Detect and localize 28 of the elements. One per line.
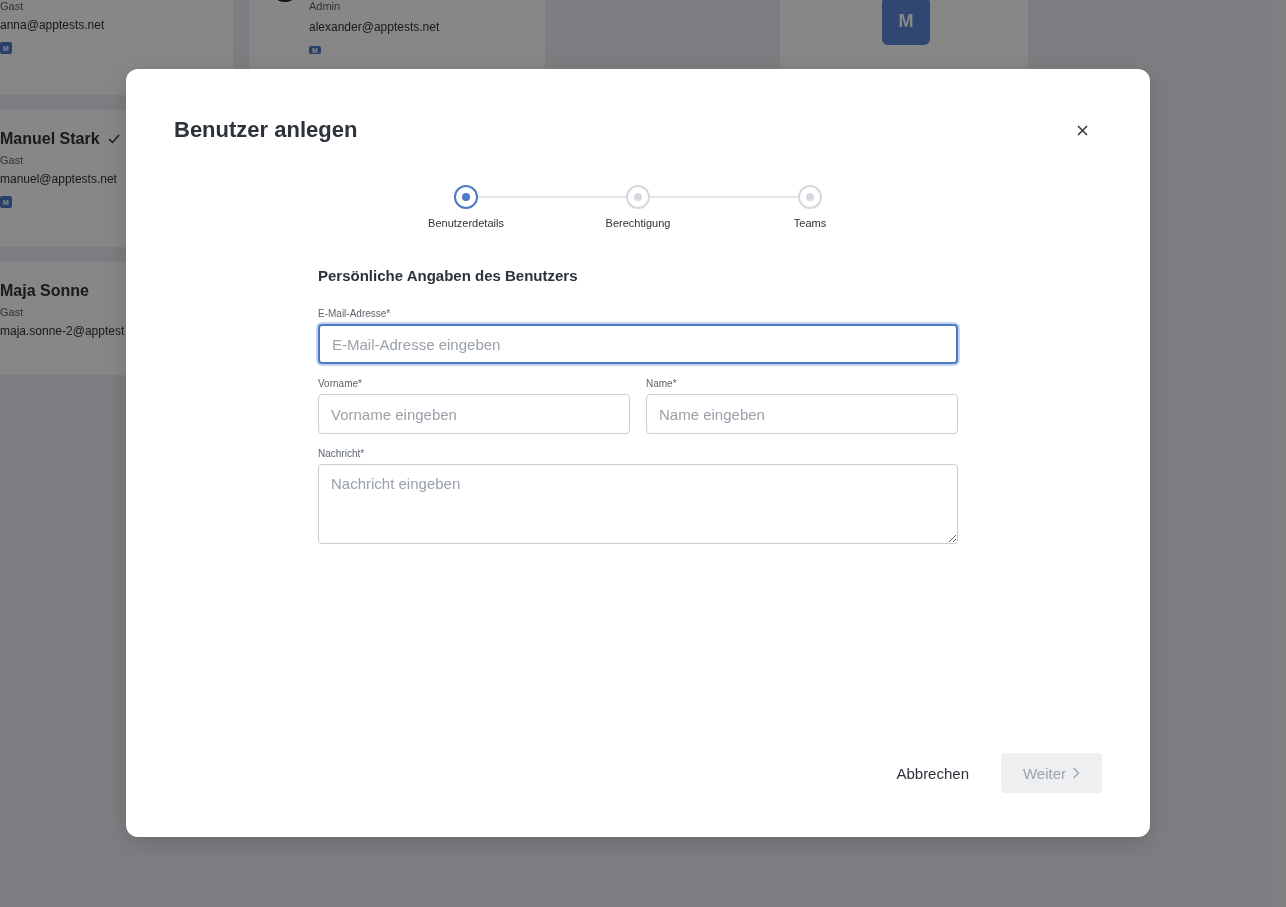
input-field[interactable]: E-Mail-Adresse eingeben xyxy=(318,324,958,364)
user-name: Manuel Stark xyxy=(0,130,100,148)
field-label: Name* xyxy=(646,378,678,389)
field-label: Vorname* xyxy=(318,378,363,389)
user-role: Gast xyxy=(0,306,25,318)
user-role: Gast xyxy=(0,154,25,166)
user-role: Admin xyxy=(309,0,342,12)
user-name: Maja Sonne xyxy=(0,282,89,300)
user-card[interactable]: M xyxy=(780,0,1028,70)
section-title: Persönliche Angaben des Benutzers xyxy=(318,267,579,284)
chevron-right-icon xyxy=(1072,767,1081,779)
field-label: E-Mail-Adresse* xyxy=(318,308,392,319)
field-label: Nachricht* xyxy=(318,448,366,459)
dialog-title: Benutzer anlegen xyxy=(174,117,358,143)
step-tab[interactable]: Berechtigung xyxy=(605,217,671,229)
user-email: alexander@apptests.net xyxy=(309,20,440,34)
step-tab[interactable]: Benutzerdetails xyxy=(428,217,504,229)
user-role: Gast xyxy=(0,0,25,12)
avatar-initial: M xyxy=(882,0,930,45)
message-field[interactable]: Nachricht eingeben xyxy=(318,464,958,544)
user-email: anna@apptests.net xyxy=(0,18,106,32)
close-icon xyxy=(1077,124,1088,136)
step-tab[interactable]: Teams xyxy=(793,217,827,229)
user-email: manuel@apptests.net xyxy=(0,172,118,186)
input-field[interactable]: Name eingeben xyxy=(646,394,958,434)
user-email: maja.sonne-2@apptest xyxy=(0,324,126,338)
cancel-button[interactable]: Abbrechen xyxy=(896,764,969,782)
input-field[interactable]: Vorname eingeben xyxy=(318,394,630,434)
